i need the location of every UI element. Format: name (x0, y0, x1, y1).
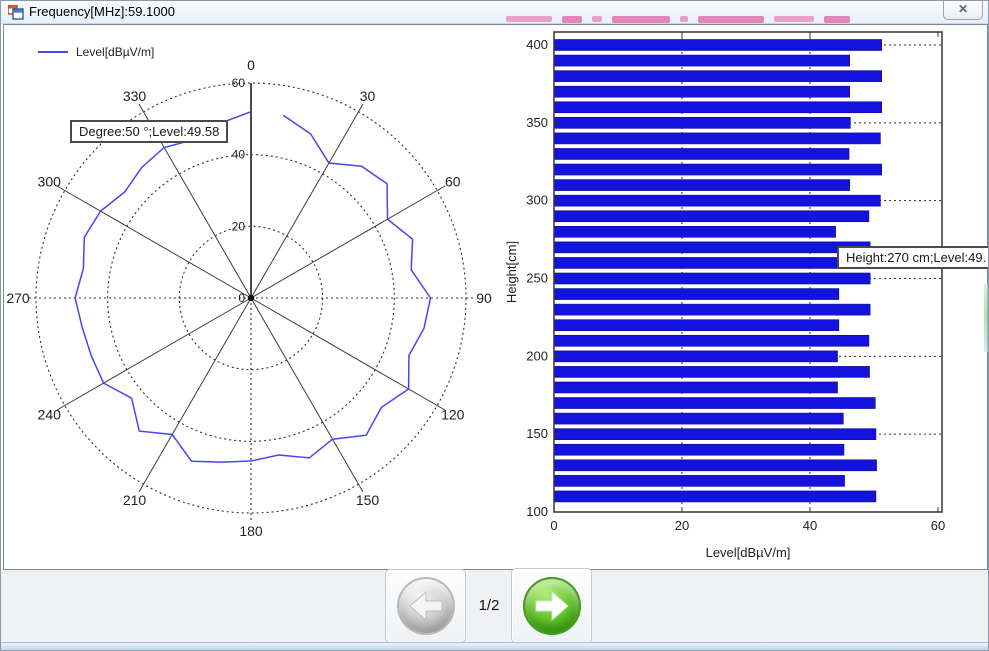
app-window: Frequency[MHz]:59.1000 ✕ Level[dBµV/m] 0… (0, 0, 989, 651)
next-icon (523, 577, 581, 635)
close-icon: ✕ (958, 2, 968, 16)
svg-text:0: 0 (238, 291, 245, 305)
window-title: Frequency[MHz]:59.1000 (29, 1, 175, 23)
svg-text:330: 330 (123, 88, 147, 104)
previous-icon (397, 577, 455, 635)
close-button[interactable]: ✕ (943, 1, 983, 20)
svg-text:240: 240 (38, 407, 62, 423)
window-edge-artifact (984, 284, 988, 352)
svg-text:350: 350 (526, 115, 548, 130)
next-page-button[interactable] (511, 568, 592, 643)
svg-text:0: 0 (550, 518, 557, 533)
svg-text:40: 40 (803, 518, 817, 533)
svg-text:300: 300 (526, 193, 548, 208)
bar-chart[interactable]: 100 150 200 250 300 350 400 0 20 40 60 Level[dBµV/m… (504, 25, 989, 570)
page-indicator: 1/2 (469, 597, 509, 614)
svg-text:Level[dBµV/m]: Level[dBµV/m] (706, 545, 791, 560)
app-icon (8, 5, 24, 20)
previous-page-button[interactable] (385, 569, 466, 643)
bar-tooltip: Height:270 cm;Level:49. (837, 246, 989, 269)
svg-text:Height[cm]: Height[cm] (504, 241, 519, 303)
svg-text:210: 210 (123, 492, 147, 508)
svg-text:30: 30 (360, 88, 376, 104)
svg-text:300: 300 (38, 174, 62, 190)
svg-text:200: 200 (526, 348, 548, 363)
polar-chart[interactable]: 0 30 60 90 120 150 180 210 240 270 300 330 0 20 40 60 (4, 25, 504, 570)
svg-text:60: 60 (232, 76, 246, 90)
svg-text:100: 100 (526, 504, 548, 519)
svg-text:150: 150 (356, 492, 380, 508)
svg-text:90: 90 (476, 290, 492, 306)
window-bottom-border (1, 642, 988, 650)
chart-panel: Level[dBµV/m] 0 30 60 90 120 150 180 210 240 270 3… (3, 24, 988, 570)
svg-text:20: 20 (232, 219, 246, 233)
svg-text:120: 120 (441, 407, 465, 423)
clipped-text-artifact (506, 16, 850, 23)
svg-text:180: 180 (239, 523, 263, 539)
polar-tooltip: Degree:50 °;Level:49.58 (70, 120, 228, 143)
svg-text:60: 60 (931, 518, 945, 533)
svg-text:60: 60 (445, 174, 461, 190)
svg-text:270: 270 (6, 290, 30, 306)
svg-text:150: 150 (526, 426, 548, 441)
polar-tooltip-text: Degree:50 °;Level:49.58 (79, 124, 219, 139)
svg-text:400: 400 (526, 37, 548, 52)
bar-tooltip-text: Height:270 cm;Level:49. (846, 250, 986, 265)
svg-text:40: 40 (232, 148, 246, 162)
svg-text:20: 20 (675, 518, 689, 533)
svg-text:250: 250 (526, 271, 548, 286)
svg-text:0: 0 (247, 57, 255, 73)
